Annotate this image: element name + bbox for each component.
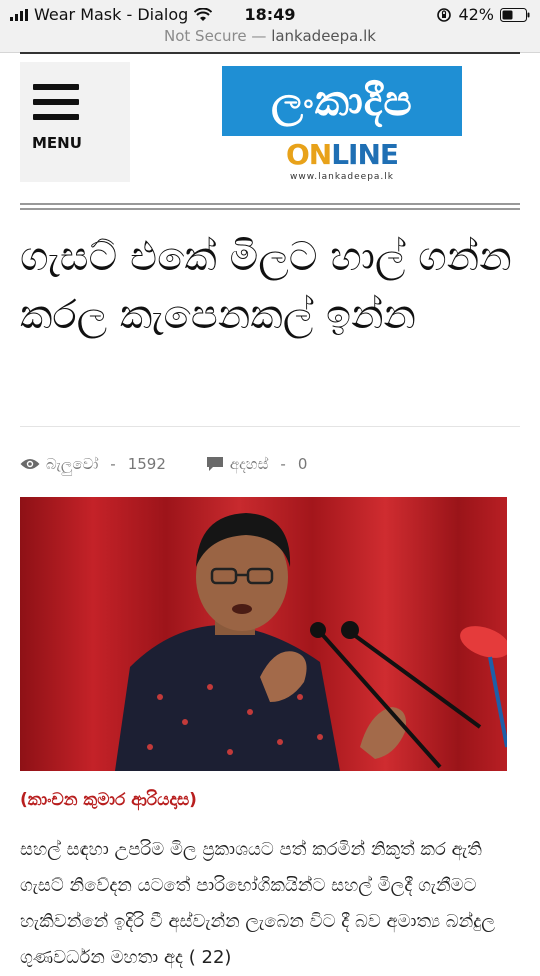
status-bar: Wear Mask - Dialog 18:49 42% Not Secure … (0, 0, 540, 53)
article-title: ගැසට් එකේ මිලට හාල් ගන්න කරල කැපෙනකල් ඉන… (20, 234, 512, 338)
article-body: සහල් සඳහා උපරිම මිල ප්‍රකාශයට පත් කරමින්… (20, 839, 495, 968)
views-block: බැලුවෝ - 1592 (20, 455, 166, 473)
logo-url: www.lankadeepa.lk (290, 172, 394, 182)
battery-icon (500, 7, 530, 22)
battery-percent: 42% (458, 5, 494, 24)
url-separator: — (251, 27, 267, 45)
logo-online-line: LINE (331, 138, 399, 171)
comments-label: අදහස් (229, 455, 269, 473)
url-domain: lankadeepa.lk (271, 27, 376, 45)
menu-label: MENU (32, 134, 82, 152)
address-bar[interactable]: Not Secure — lankadeepa.lk (0, 27, 540, 45)
site-logo[interactable]: ලංකාදීප ONLINE www.lankadeepa.lk (222, 66, 462, 184)
status-right: 42% (436, 5, 530, 24)
orientation-lock-icon (437, 7, 452, 22)
logo-online: ONLINE (222, 140, 462, 170)
logo-wordmark: ලංකාදීප (222, 66, 462, 136)
article-meta: බැලුවෝ - 1592 අදහස් - 0 (20, 455, 347, 473)
title-divider (20, 426, 520, 427)
hamburger-icon (33, 84, 79, 129)
comments-block[interactable]: අදහස් - 0 (206, 455, 307, 473)
article-photo (20, 497, 510, 771)
header-top-rule (20, 52, 520, 54)
views-separator: - (110, 455, 116, 473)
views-count: 1592 (127, 455, 166, 473)
menu-button[interactable]: MENU (20, 62, 130, 182)
comments-separator: - (280, 455, 286, 473)
header-double-rule (20, 203, 520, 210)
views-label: බැලුවෝ (46, 455, 99, 473)
article-author: (කාංචන කුමාර ආරියදාස) (20, 790, 197, 810)
comments-count: 0 (297, 455, 308, 473)
logo-online-on: ON (285, 138, 332, 171)
not-secure-label: Not Secure (164, 27, 247, 45)
comment-icon (206, 457, 223, 471)
eye-icon (20, 459, 40, 469)
speaker-photo (20, 497, 510, 771)
